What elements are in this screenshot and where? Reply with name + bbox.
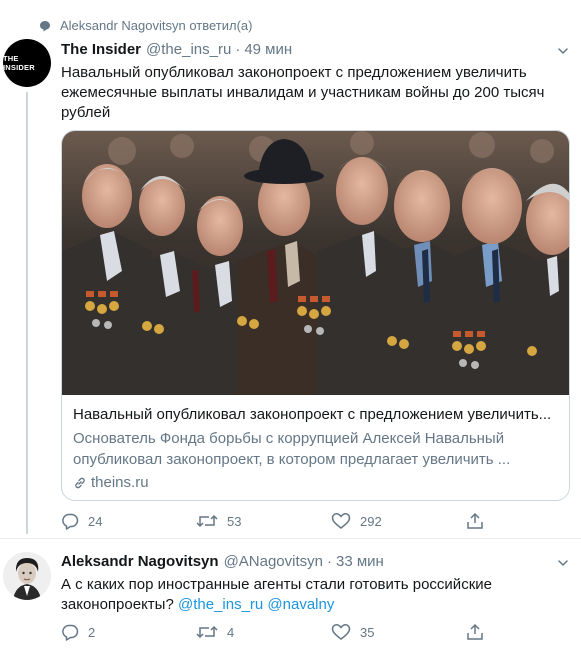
tweet1-header: The Insider @the_ins_ru · 49 мин (61, 41, 292, 58)
tweet2-timestamp[interactable]: 33 мин (336, 553, 384, 570)
tweet-divider (0, 538, 581, 539)
avatar-portrait-image (3, 552, 51, 600)
separator-dot: · (235, 41, 241, 58)
mention-the-ins-ru[interactable]: @the_ins_ru (178, 596, 263, 613)
reply-count: 2 (88, 624, 96, 640)
reply-icon (62, 513, 79, 530)
share-button[interactable] (466, 512, 581, 530)
tweet1-text: Навальный опубликовал законопроект с пре… (61, 64, 545, 121)
tweet2-header: Aleksandr Nagovitsyn @ANagovitsyn · 33 м… (61, 553, 384, 570)
tweet1-author-name[interactable]: The Insider (61, 41, 141, 58)
like-button[interactable]: 292 (331, 512, 466, 530)
speech-bubble-icon (40, 20, 50, 31)
reply-count: 24 (88, 513, 103, 529)
tweet2-actions: 2 4 35 (61, 623, 581, 641)
card-title[interactable]: Навальный опубликовал законопроект с пре… (73, 405, 558, 425)
share-button[interactable] (466, 623, 581, 641)
retweet-button[interactable]: 53 (196, 512, 331, 530)
card-domain[interactable]: theins.ru (73, 474, 558, 491)
tweet1-timestamp[interactable]: 49 мин (244, 41, 292, 58)
card-image-veterans-photo[interactable] (62, 131, 569, 395)
thread-connector-line (26, 92, 28, 534)
like-count: 292 (360, 513, 382, 529)
card-domain-text: theins.ru (91, 474, 149, 491)
retweet-icon (196, 514, 218, 528)
heart-icon (331, 624, 351, 640)
mention-navalny[interactable]: @navalny (267, 596, 334, 613)
card-description: Основатель Фонда борьбы с коррупцией Але… (73, 430, 511, 468)
separator-dot: · (327, 553, 332, 570)
like-button[interactable]: 35 (331, 623, 466, 641)
reply-icon (62, 624, 79, 641)
replied-context: Aleksandr Nagovitsyn ответил(а) (39, 18, 253, 33)
avatar-aleksandr-nagovitsyn[interactable] (3, 552, 51, 600)
retweet-count: 53 (227, 513, 242, 529)
retweet-count: 4 (227, 624, 235, 640)
share-icon (467, 623, 483, 640)
retweet-icon (196, 625, 218, 639)
tweet2-author-handle[interactable]: @ANagovitsyn (224, 553, 323, 570)
avatar-logo-text: THE INSIDER (3, 54, 35, 72)
like-count: 35 (360, 624, 375, 640)
tweet2-author-name[interactable]: Aleksandr Nagovitsyn (61, 553, 219, 570)
replied-text[interactable]: Aleksandr Nagovitsyn ответил(а) (60, 18, 253, 33)
avatar-the-insider[interactable]: THE INSIDER (3, 39, 51, 87)
chevron-down-icon[interactable] (557, 45, 569, 57)
tweet2-text: А с каких пор иностранные агенты стали г… (61, 575, 531, 615)
retweet-button[interactable]: 4 (196, 623, 331, 641)
tweet1-actions: 24 53 292 (61, 512, 581, 530)
link-card[interactable]: Навальный опубликовал законопроект с пре… (61, 130, 570, 501)
reply-button[interactable]: 2 (61, 623, 196, 641)
link-icon (75, 477, 85, 488)
chevron-down-icon[interactable] (557, 557, 569, 569)
share-icon (467, 512, 483, 529)
reply-button[interactable]: 24 (61, 512, 196, 530)
tweet1-author-handle[interactable]: @the_ins_ru (146, 41, 231, 58)
heart-icon (331, 513, 351, 529)
